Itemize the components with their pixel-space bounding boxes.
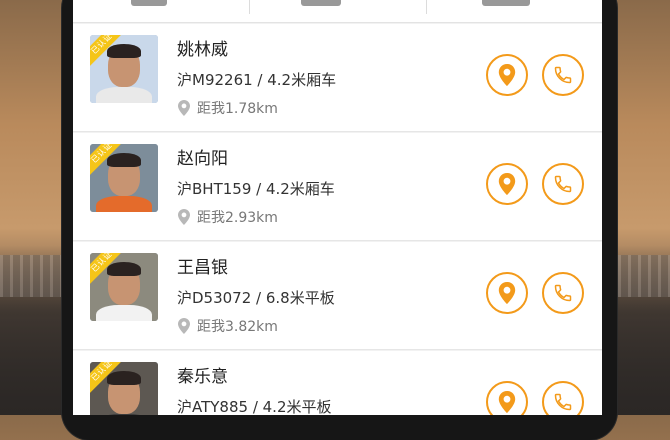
tab-bar [73, 0, 602, 23]
app-screen: 已认证 姚林威 沪M92261 / 4.2米厢车 距我1.78km 已认证 赵向… [73, 0, 602, 415]
tab-2[interactable] [249, 0, 425, 22]
distance-text: 距我2.93km [197, 210, 278, 226]
tab-3[interactable] [425, 0, 602, 22]
location-pin-icon [498, 282, 516, 304]
vehicle-info: 沪BHT159 / 4.2米厢车 [177, 180, 335, 198]
driver-avatar[interactable]: 已认证 [90, 362, 158, 415]
driver-list-item[interactable]: 已认证 王昌银 沪D53072 / 6.8米平板 距我3.82km [73, 242, 602, 350]
call-button[interactable] [542, 54, 584, 96]
location-button[interactable] [486, 272, 528, 314]
driver-avatar[interactable]: 已认证 [90, 144, 158, 212]
location-button[interactable] [486, 163, 528, 205]
phone-icon [554, 393, 572, 411]
background-guardrail-right [608, 255, 670, 297]
location-button[interactable] [486, 381, 528, 415]
phone-icon [554, 175, 572, 193]
location-pin-icon [498, 173, 516, 195]
location-button[interactable] [486, 54, 528, 96]
distance-info: 距我1.78km [177, 99, 278, 117]
driver-name: 王昌银 [177, 258, 228, 278]
vehicle-info: 沪D53072 / 6.8米平板 [177, 289, 335, 307]
driver-avatar[interactable]: 已认证 [90, 35, 158, 103]
call-button[interactable] [542, 272, 584, 314]
map-pin-icon [178, 318, 190, 334]
tab-1[interactable] [73, 0, 249, 22]
distance-text: 距我3.82km [197, 319, 278, 335]
map-pin-icon [178, 100, 190, 116]
distance-text: 距我1.78km [197, 101, 278, 117]
vehicle-info: 沪M92261 / 4.2米厢车 [177, 71, 337, 89]
driver-name: 赵向阳 [177, 149, 228, 169]
phone-icon [554, 66, 572, 84]
location-pin-icon [498, 64, 516, 86]
distance-info: 距我2.93km [177, 208, 278, 226]
driver-list: 已认证 姚林威 沪M92261 / 4.2米厢车 距我1.78km 已认证 赵向… [73, 24, 602, 415]
driver-avatar[interactable]: 已认证 [90, 253, 158, 321]
vehicle-info: 沪ATY885 / 4.2米平板 [177, 398, 332, 415]
driver-list-item[interactable]: 已认证 赵向阳 沪BHT159 / 4.2米厢车 距我2.93km [73, 133, 602, 241]
driver-name: 秦乐意 [177, 367, 228, 387]
driver-name: 姚林威 [177, 40, 228, 60]
background-guardrail-left [0, 255, 62, 297]
call-button[interactable] [542, 163, 584, 205]
driver-list-item[interactable]: 已认证 秦乐意 沪ATY885 / 4.2米平板 [73, 351, 602, 415]
phone-icon [554, 284, 572, 302]
call-button[interactable] [542, 381, 584, 415]
location-pin-icon [498, 391, 516, 413]
distance-info: 距我3.82km [177, 317, 278, 335]
map-pin-icon [178, 209, 190, 225]
driver-list-item[interactable]: 已认证 姚林威 沪M92261 / 4.2米厢车 距我1.78km [73, 24, 602, 132]
